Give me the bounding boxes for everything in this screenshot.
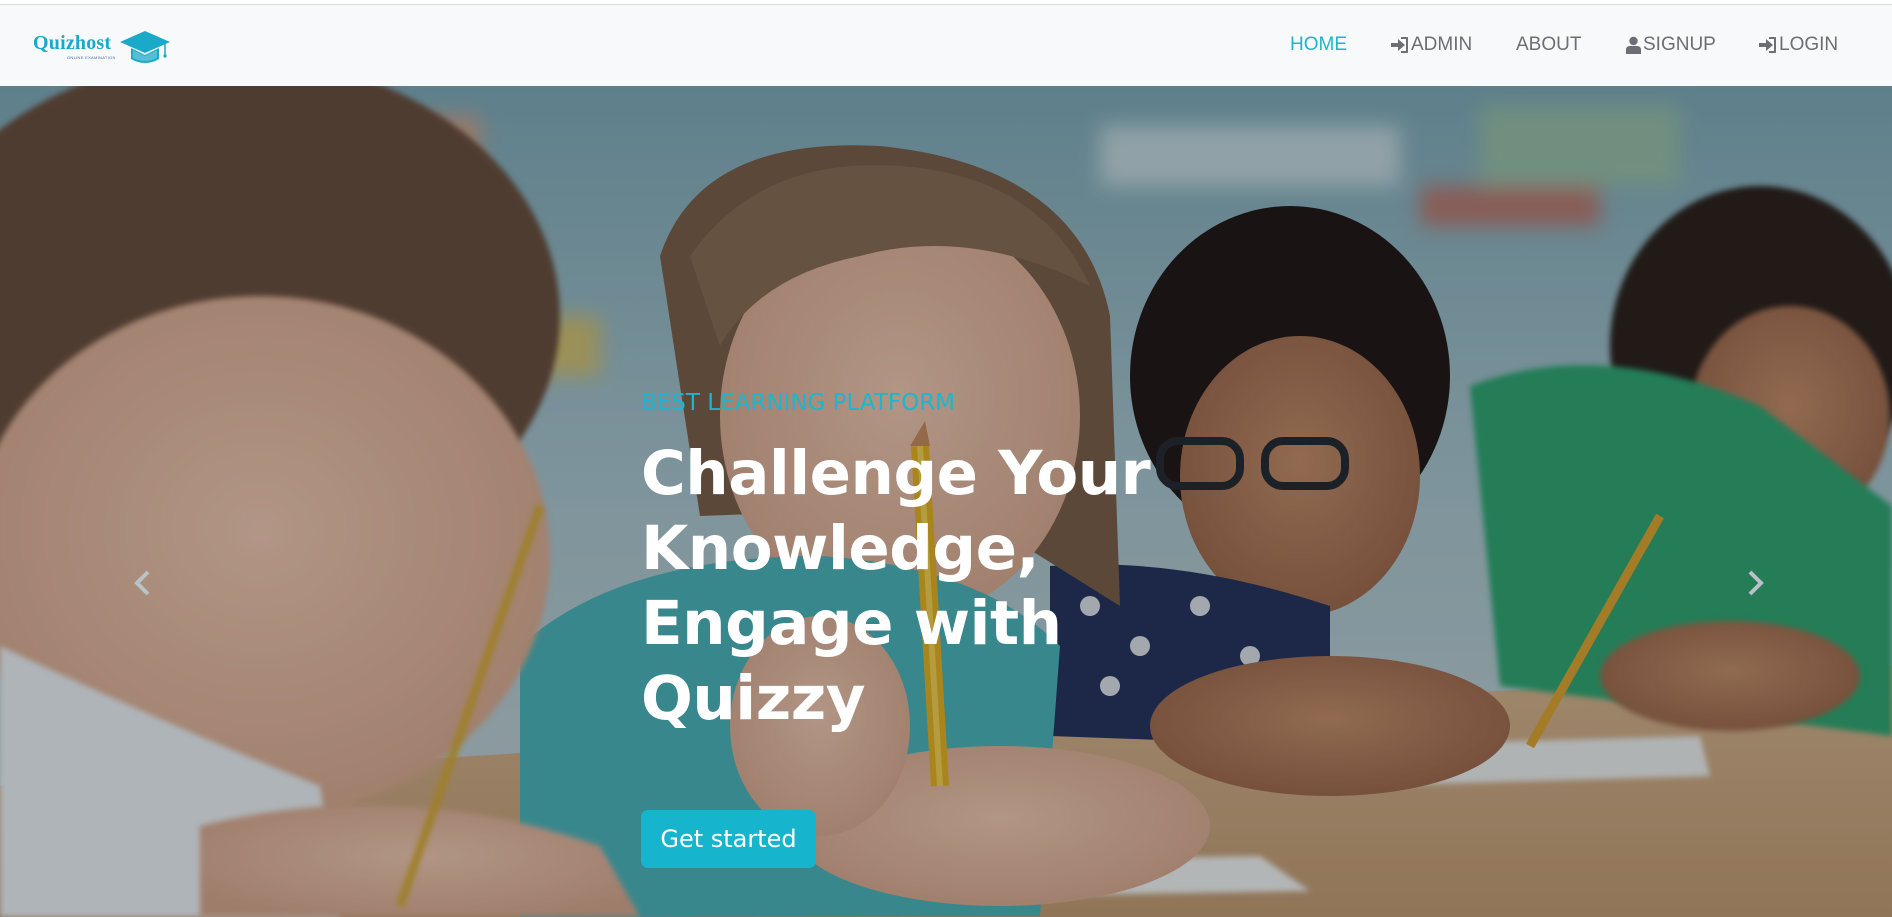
user-icon <box>1626 36 1641 54</box>
brand-logo[interactable]: Quizhost ONLINE EXAMINATION <box>33 25 173 69</box>
hero-headline: Challenge Your Knowledge, Engage with Qu… <box>641 438 1151 734</box>
hero-eyebrow: BEST LEARNING PLATFORM <box>641 390 956 416</box>
chevron-left-icon <box>134 570 150 596</box>
sign-in-icon <box>1759 37 1776 53</box>
nav-about[interactable]: ABOUT <box>1516 33 1581 57</box>
brand-name: Quizhost <box>33 32 112 54</box>
nav-about-label: ABOUT <box>1516 34 1582 55</box>
chevron-right-icon <box>1748 570 1764 596</box>
nav-signup[interactable]: SIGNUP <box>1626 33 1716 57</box>
nav-login-label: LOGIN <box>1779 34 1839 55</box>
nav-admin-label: ADMIN <box>1411 34 1473 55</box>
carousel-prev-button[interactable] <box>128 566 156 600</box>
nav-admin[interactable]: ADMIN <box>1390 33 1472 57</box>
sign-in-icon <box>1391 37 1408 53</box>
nav-login[interactable]: LOGIN <box>1758 33 1838 57</box>
nav-home[interactable]: HOME <box>1290 33 1347 57</box>
nav-home-label: HOME <box>1290 34 1347 55</box>
graduation-cap-icon <box>120 31 170 63</box>
get-started-button[interactable]: Get started <box>641 810 816 868</box>
brand-tagline: ONLINE EXAMINATION <box>67 55 116 60</box>
navbar: Quizhost ONLINE EXAMINATION HOME ADMIN A… <box>0 5 1892 86</box>
hero-carousel: BEST LEARNING PLATFORM Challenge Your Kn… <box>0 86 1892 917</box>
nav-signup-label: SIGNUP <box>1643 34 1716 55</box>
carousel-next-button[interactable] <box>1742 566 1770 600</box>
hero-caption: BEST LEARNING PLATFORM Challenge Your Kn… <box>641 390 1341 868</box>
